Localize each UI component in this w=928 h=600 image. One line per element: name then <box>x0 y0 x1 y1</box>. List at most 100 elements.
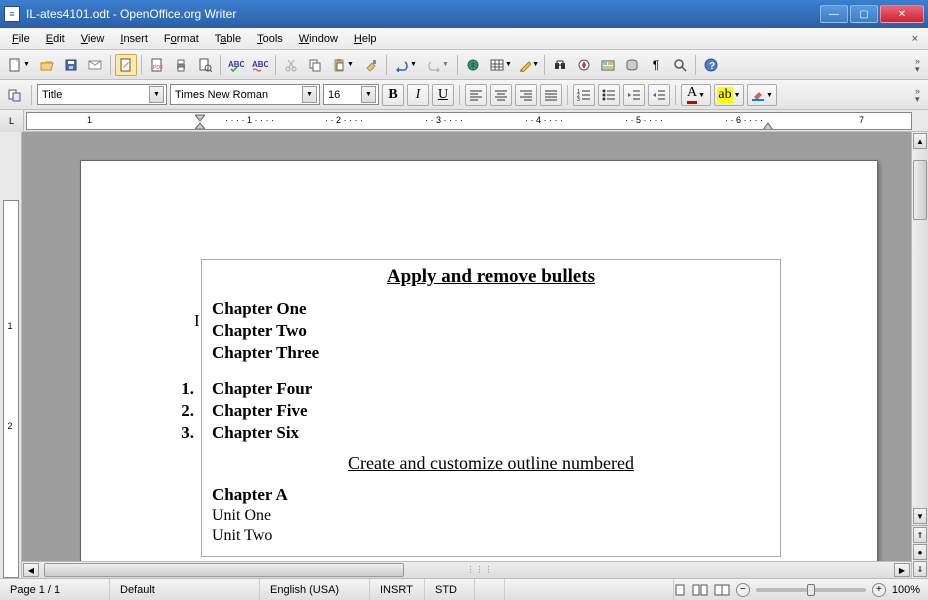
format-paintbrush-button[interactable] <box>360 54 382 76</box>
open-button[interactable] <box>36 54 58 76</box>
vertical-ruler[interactable]: 1 2 <box>3 200 19 578</box>
menu-help[interactable]: Help <box>346 30 385 48</box>
zoom-thumb[interactable] <box>807 584 815 596</box>
toolbar-overflow-button[interactable]: »▾ <box>911 57 924 73</box>
redo-button[interactable]: ▼ <box>423 54 453 76</box>
increase-indent-button[interactable] <box>648 84 670 106</box>
highlight-button[interactable]: ab▼ <box>714 84 744 106</box>
align-left-button[interactable] <box>465 84 487 106</box>
font-combo[interactable]: Times New Roman ▼ <box>170 84 320 105</box>
scroll-thumb[interactable] <box>44 563 404 577</box>
numbering-button[interactable]: 123 <box>573 84 595 106</box>
next-page-button[interactable]: ⇓ <box>913 561 927 577</box>
text-frame[interactable]: Apply and remove bullets Chapter One Cha… <box>201 259 781 557</box>
menu-tools[interactable]: Tools <box>249 30 291 48</box>
zoom-slider[interactable] <box>756 588 866 592</box>
scroll-left-button[interactable]: ◀ <box>23 563 39 577</box>
scroll-thumb[interactable] <box>913 160 927 220</box>
maximize-button[interactable]: ▢ <box>850 5 878 23</box>
underline-button[interactable]: U <box>432 84 454 106</box>
doc-close-button[interactable]: × <box>906 33 924 45</box>
styles-button[interactable] <box>4 84 26 106</box>
text-cursor: I <box>194 311 200 331</box>
gallery-button[interactable] <box>597 54 619 76</box>
scroll-down-button[interactable]: ▼ <box>913 508 927 524</box>
align-center-button[interactable] <box>490 84 512 106</box>
cut-button[interactable] <box>280 54 302 76</box>
ruler-tick: · · 6 · · · · <box>725 115 763 125</box>
scroll-right-button[interactable]: ▶ <box>894 563 910 577</box>
status-signature[interactable] <box>475 579 505 600</box>
vertical-ruler-col: 1 2 <box>0 132 22 578</box>
status-language[interactable]: English (USA) <box>260 579 370 600</box>
zoom-button[interactable] <box>669 54 691 76</box>
scroll-track[interactable] <box>912 150 928 507</box>
ruler-corner[interactable]: L <box>0 110 24 132</box>
status-style[interactable]: Default <box>110 579 260 600</box>
paste-button[interactable]: ▼ <box>328 54 358 76</box>
menu-insert[interactable]: Insert <box>112 30 156 48</box>
document-canvas[interactable]: I Apply and remove bullets Chapter One C… <box>22 132 911 578</box>
nonprinting-button[interactable]: ¶ <box>645 54 667 76</box>
justify-button[interactable] <box>540 84 562 106</box>
spellcheck-button[interactable]: ABC <box>225 54 247 76</box>
zoom-value[interactable]: 100% <box>892 584 920 596</box>
hyperlink-button[interactable] <box>462 54 484 76</box>
zoom-in-button[interactable]: + <box>872 583 886 597</box>
data-sources-button[interactable] <box>621 54 643 76</box>
view-mode-multi-icon[interactable] <box>692 583 708 597</box>
help-button[interactable]: ? <box>700 54 722 76</box>
dropdown-icon[interactable]: ▼ <box>302 86 317 103</box>
copy-button[interactable] <box>304 54 326 76</box>
find-button[interactable] <box>549 54 571 76</box>
menu-window[interactable]: Window <box>291 30 346 48</box>
toolbar-overflow-button[interactable]: »▾ <box>911 87 924 103</box>
minimize-button[interactable]: — <box>820 5 848 23</box>
table-button[interactable]: ▼ <box>486 54 516 76</box>
menu-file[interactable]: File <box>4 30 38 48</box>
bullets-button[interactable] <box>598 84 620 106</box>
menu-edit[interactable]: Edit <box>38 30 73 48</box>
style-combo[interactable]: Title ▼ <box>37 84 167 105</box>
close-button[interactable]: ✕ <box>880 5 924 23</box>
horizontal-scrollbar[interactable]: ◀ ⋮⋮⋮ ▶ <box>22 561 911 578</box>
print-button[interactable] <box>170 54 192 76</box>
bold-button[interactable]: B <box>382 84 404 106</box>
navigation-button[interactable]: ● <box>913 544 927 560</box>
zoom-out-button[interactable]: − <box>736 583 750 597</box>
save-button[interactable] <box>60 54 82 76</box>
dropdown-icon[interactable]: ▼ <box>149 86 164 103</box>
status-insert-mode[interactable]: INSRT <box>370 579 425 600</box>
menu-format[interactable]: Format <box>156 30 207 48</box>
status-page[interactable]: Page 1 / 1 <box>0 579 110 600</box>
scroll-up-button[interactable]: ▲ <box>913 133 927 149</box>
view-mode-book-icon[interactable] <box>714 583 730 597</box>
export-pdf-button[interactable]: PDF <box>146 54 168 76</box>
auto-spellcheck-button[interactable]: ABC <box>249 54 271 76</box>
font-color-button[interactable]: A▼ <box>681 84 711 106</box>
menu-view[interactable]: View <box>73 30 113 48</box>
vertical-scrollbar[interactable]: ▲ ▼ ⇑ ● ⇓ <box>911 132 928 578</box>
status-selection-mode[interactable]: STD <box>425 579 475 600</box>
navigator-button[interactable] <box>573 54 595 76</box>
email-button[interactable] <box>84 54 106 76</box>
window-controls: — ▢ ✕ <box>820 5 924 23</box>
split-handle[interactable]: ⋮⋮⋮ <box>467 565 494 574</box>
list-item: 3.Chapter Six <box>212 422 770 444</box>
italic-button[interactable]: I <box>407 84 429 106</box>
new-button[interactable]: ▼ <box>4 54 34 76</box>
size-combo[interactable]: 16 ▼ <box>323 84 379 105</box>
scroll-track[interactable]: ⋮⋮⋮ <box>40 562 893 578</box>
dropdown-icon[interactable]: ▼ <box>361 86 376 103</box>
prev-page-button[interactable]: ⇑ <box>913 527 927 543</box>
show-draw-button[interactable]: ▼ <box>518 54 540 76</box>
decrease-indent-button[interactable] <box>623 84 645 106</box>
horizontal-ruler[interactable]: 1 · · · · 1 · · · · · · 2 · · · · · · 3 … <box>26 112 912 130</box>
background-color-button[interactable]: ▼ <box>747 84 777 106</box>
print-preview-button[interactable] <box>194 54 216 76</box>
menu-table[interactable]: Table <box>207 30 249 48</box>
edit-file-button[interactable] <box>115 54 137 76</box>
undo-button[interactable]: ▼ <box>391 54 421 76</box>
view-mode-single-icon[interactable] <box>674 583 686 597</box>
align-right-button[interactable] <box>515 84 537 106</box>
